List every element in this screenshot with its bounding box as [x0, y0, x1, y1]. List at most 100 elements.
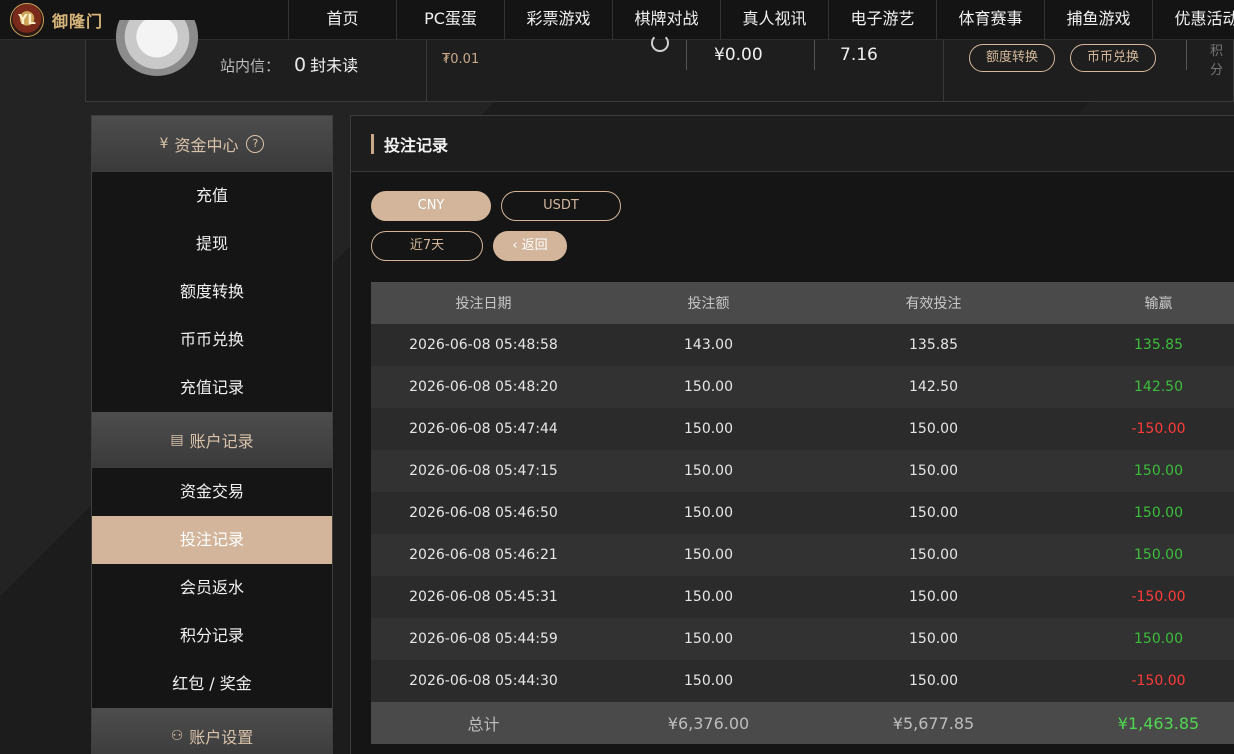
sidebar-item-rebate[interactable]: 会员返水: [92, 564, 332, 612]
cell-valid-bet: 150.00: [909, 463, 958, 479]
help-icon[interactable]: ?: [246, 135, 265, 153]
yen-icon: ¥: [159, 136, 169, 152]
nav-item-cards[interactable]: 棋牌对战: [612, 0, 720, 40]
table-row: 2026-06-08 05:44:30 150.00 150.00 -150.00: [371, 660, 1234, 702]
site-logo[interactable]: YL 御隆门: [10, 3, 110, 37]
divider: [426, 40, 427, 102]
sidebar-section-account-settings: ⚇ 账户设置: [92, 708, 332, 754]
back-button[interactable]: ‹ 返回: [493, 231, 567, 261]
cell-win-loss: 150.00: [1134, 505, 1183, 521]
cell-bet-amount: 150.00: [684, 589, 733, 605]
cell-win-loss: 150.00: [1134, 547, 1183, 563]
chevron-left-icon: ‹: [512, 238, 522, 253]
cell-valid-bet: 150.00: [909, 631, 958, 647]
nav-item-live[interactable]: 真人视讯: [720, 0, 828, 40]
nav-item-slots[interactable]: 电子游艺: [828, 0, 936, 40]
table-row: 2026-06-08 05:46:50 150.00 150.00 150.00: [371, 492, 1234, 534]
cell-win-loss: -150.00: [1131, 421, 1186, 437]
sidebar-item-exchange[interactable]: 币币兑换: [92, 316, 332, 364]
total-valid-bet: ¥5,677.85: [892, 713, 975, 733]
divider: [686, 40, 687, 70]
sidebar-item-deposit[interactable]: 充值: [92, 172, 332, 220]
cell-bet-amount: 143.00: [684, 337, 733, 353]
page-title: 投注记录: [384, 135, 449, 155]
divider: [1186, 40, 1187, 70]
table-row: 2026-06-08 05:48:58 143.00 135.85 135.85: [371, 324, 1234, 366]
cny-balance: ¥0.00: [714, 45, 763, 65]
table-row: 2026-06-08 05:48:20 150.00 142.50 142.50: [371, 366, 1234, 408]
document-icon: ▤: [170, 432, 184, 448]
refresh-icon[interactable]: [651, 34, 669, 52]
points-value: 7.16: [840, 45, 878, 65]
total-label: 总计: [467, 715, 500, 734]
table-row: 2026-06-08 05:46:21 150.00 150.00 150.00: [371, 534, 1234, 576]
sidebar-item-withdraw[interactable]: 提现: [92, 220, 332, 268]
header-win-loss[interactable]: 输赢: [1046, 293, 1234, 313]
inbox-status[interactable]: 站内信： 0 封未读: [220, 52, 358, 76]
section-title: 资金中心: [174, 136, 239, 155]
cell-bet-amount: 150.00: [684, 505, 733, 521]
cell-win-loss: -150.00: [1131, 589, 1186, 605]
sidebar: ¥ 资金中心 ? 充值 提现 额度转换 币币兑换 充值记录 ▤ 账户记录 资金交…: [91, 115, 333, 754]
avatar[interactable]: [114, 20, 200, 76]
sidebar-item-bonus[interactable]: 红包 / 奖金: [92, 660, 332, 708]
table-row: 2026-06-08 05:44:59 150.00 150.00 150.00: [371, 618, 1234, 660]
cell-bet-date: 2026-06-08 05:48:58: [409, 337, 558, 353]
cell-bet-amount: 150.00: [684, 379, 733, 395]
section-title: 账户记录: [189, 432, 254, 451]
table-footer-total: 总计 ¥6,376.00 ¥5,677.85 ¥1,463.85: [371, 702, 1234, 744]
cell-win-loss: -150.00: [1131, 673, 1186, 689]
inbox-unit: 封未读: [310, 56, 359, 75]
tab-usdt[interactable]: USDT: [501, 191, 621, 221]
nav-item-promotions[interactable]: 优惠活动: [1152, 0, 1234, 40]
tab-cny[interactable]: CNY: [371, 191, 491, 221]
bet-records-table: 投注日期 投注额 有效投注 输赢 2026-06-08 05:48:58 143.…: [371, 282, 1234, 744]
cell-valid-bet: 150.00: [909, 589, 958, 605]
nav-item-pc-eggs[interactable]: PC蛋蛋: [396, 0, 504, 40]
sidebar-item-bet-records[interactable]: 投注记录: [92, 516, 332, 564]
header-bet-amount[interactable]: 投注额: [596, 293, 821, 313]
total-win-loss: ¥1,463.85: [1117, 713, 1200, 733]
nav-item-sports[interactable]: 体育赛事: [936, 0, 1044, 40]
cell-bet-date: 2026-06-08 05:44:59: [409, 631, 558, 647]
sidebar-section-fund-center: ¥ 资金中心 ?: [92, 116, 332, 172]
table-row: 2026-06-08 05:47:15 150.00 150.00 150.00: [371, 450, 1234, 492]
sidebar-item-transfer[interactable]: 额度转换: [92, 268, 332, 316]
back-label: 返回: [521, 238, 548, 253]
cell-bet-amount: 150.00: [684, 421, 733, 437]
inbox-count: 0: [294, 54, 307, 76]
divider: [943, 40, 944, 102]
cell-bet-date: 2026-06-08 05:47:44: [409, 421, 558, 437]
cell-valid-bet: 150.00: [909, 421, 958, 437]
total-bet-amount: ¥6,376.00: [667, 713, 750, 733]
cell-win-loss: 150.00: [1134, 631, 1183, 647]
sidebar-item-points-records[interactable]: 积分记录: [92, 612, 332, 660]
sidebar-item-transactions[interactable]: 资金交易: [92, 468, 332, 516]
cell-valid-bet: 150.00: [909, 547, 958, 563]
header-bet-date[interactable]: 投注日期: [371, 293, 596, 313]
cell-valid-bet: 135.85: [909, 337, 958, 353]
nav-item-home[interactable]: 首页: [288, 0, 396, 40]
title-accent-bar: [371, 133, 374, 154]
nav-item-lottery[interactable]: 彩票游戏: [504, 0, 612, 40]
inbox-label: 站内信：: [220, 57, 281, 75]
logo-text: 御隆门: [52, 12, 104, 31]
cell-win-loss: 150.00: [1134, 463, 1183, 479]
usdt-amount: ₮0.01: [442, 52, 480, 67]
cell-valid-bet: 150.00: [909, 673, 958, 689]
exchange-button[interactable]: 币币兑换: [1070, 44, 1157, 72]
period-filter[interactable]: 近7天: [371, 231, 483, 261]
cell-bet-date: 2026-06-08 05:46:50: [409, 505, 558, 521]
header-valid-bet[interactable]: 有效投注: [821, 293, 1046, 313]
cell-bet-amount: 150.00: [684, 463, 733, 479]
cell-bet-amount: 150.00: [684, 673, 733, 689]
cell-bet-date: 2026-06-08 05:46:21: [409, 547, 558, 563]
logo-mark-icon: YL: [10, 3, 44, 37]
cell-valid-bet: 150.00: [909, 505, 958, 521]
cell-win-loss: 135.85: [1134, 337, 1183, 353]
nav-item-fishing[interactable]: 捕鱼游戏: [1044, 0, 1152, 40]
sidebar-item-deposit-records[interactable]: 充值记录: [92, 364, 332, 412]
main-panel: 投注记录 CNY USDT 近7天 ‹ 返回 投注日期 投注额 有效投注 输赢 …: [350, 115, 1234, 754]
cell-bet-amount: 150.00: [684, 547, 733, 563]
transfer-button[interactable]: 额度转换: [969, 44, 1056, 72]
